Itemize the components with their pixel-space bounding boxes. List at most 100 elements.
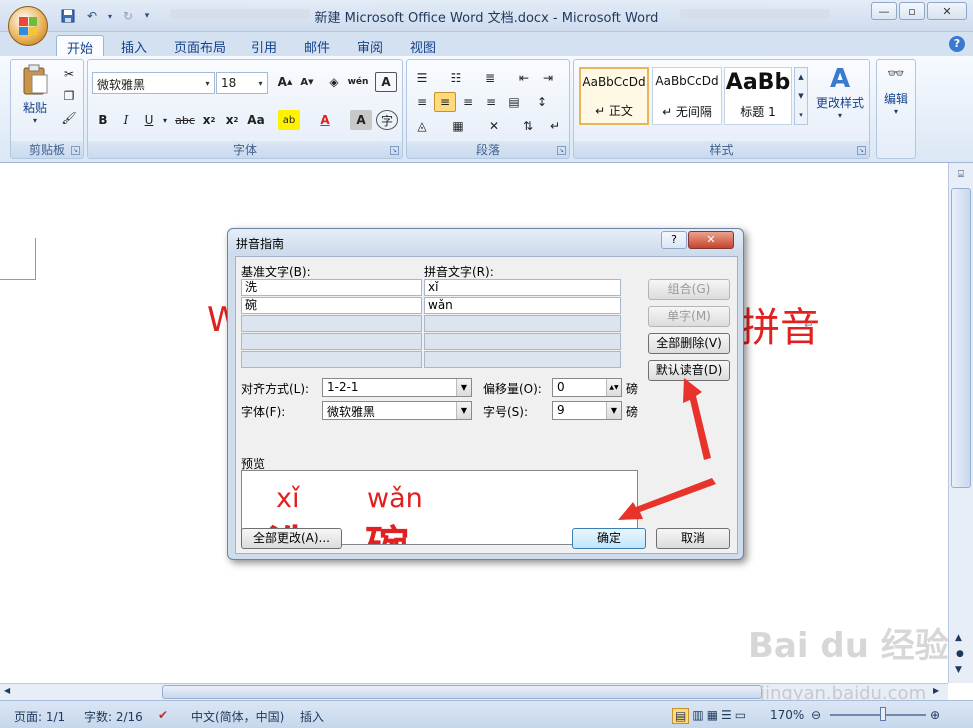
default-reading-button[interactable]: 默认读音(D) [648, 360, 730, 381]
reading-layout-icon[interactable]: ▥ [692, 708, 703, 724]
base-text-cell[interactable] [241, 315, 422, 332]
browse-object-icon[interactable]: ● [956, 649, 964, 659]
status-mode[interactable]: 插入 [300, 708, 324, 725]
chevron-down-icon[interactable]: ▼ [456, 402, 471, 419]
align-right-icon[interactable]: ≡ [457, 92, 479, 112]
font-color-icon[interactable]: A [314, 110, 336, 130]
help-icon[interactable]: ? [949, 36, 965, 52]
line-spacing-icon[interactable]: ↕ [531, 92, 553, 112]
chevron-down-icon[interactable]: ▼ [456, 379, 471, 396]
cut-icon[interactable]: ✂ [58, 64, 80, 84]
dialog-help-button[interactable]: ? [661, 231, 687, 249]
size-combo[interactable]: 9 ▼ [552, 401, 622, 420]
office-button[interactable] [8, 6, 48, 46]
scroll-prev-icon[interactable]: ▲ [955, 633, 962, 643]
proofing-icon[interactable]: ✔ [158, 708, 168, 722]
change-case-icon[interactable]: Aa [245, 110, 267, 130]
clear-all-button[interactable]: 全部删除(V) [648, 333, 730, 354]
tab-references[interactable]: 引用 [251, 35, 277, 56]
tab-home[interactable]: 开始 [56, 35, 105, 57]
outline-icon[interactable]: ☰ [721, 708, 732, 724]
chevron-down-icon[interactable]: ▼ [606, 402, 621, 419]
base-text-cell[interactable] [241, 333, 422, 350]
copy-icon[interactable]: ❐ [58, 86, 80, 106]
zoom-slider-thumb[interactable] [880, 707, 886, 721]
print-layout-icon[interactable]: ▤ [672, 708, 690, 724]
spinner-arrows-icon[interactable]: ▲▼ [606, 379, 621, 396]
ruby-text-cell[interactable] [424, 333, 621, 350]
dialog-launcher-icon[interactable]: ↘ [857, 146, 866, 155]
dialog-close-button[interactable]: ✕ [688, 231, 734, 249]
offset-spinner[interactable]: 0 ▲▼ [552, 378, 622, 397]
editing-button[interactable]: 👓 编辑 ▾ [879, 66, 913, 116]
char-border-icon[interactable]: A [375, 72, 397, 92]
vertical-scrollbar[interactable]: ⌸ ▲ ● ▼ [948, 163, 973, 683]
chevron-down-icon[interactable]: ▾ [201, 73, 214, 93]
zoom-in-icon[interactable]: ⊕ [930, 708, 940, 722]
ruler-toggle-icon[interactable]: ⌸ [953, 169, 969, 183]
change-styles-button[interactable]: A 更改样式 ▾ [812, 64, 868, 136]
tab-insert[interactable]: 插入 [121, 35, 147, 56]
chevron-down-icon[interactable]: ▾ [254, 73, 267, 93]
font-size-combo[interactable]: 18 ▾ [216, 72, 268, 94]
base-text-cell[interactable] [241, 351, 422, 368]
tab-page-layout[interactable]: 页面布局 [174, 35, 226, 56]
status-language[interactable]: 中文(简体，中国) [191, 708, 284, 725]
font-combo[interactable]: 微软雅黑 ▼ [322, 401, 472, 420]
shading-icon[interactable]: ◬ [411, 116, 433, 136]
style-heading-1[interactable]: AaBb 标题 1 [724, 67, 792, 125]
chinese-layout-icon[interactable]: ✕ [483, 116, 505, 136]
paste-button[interactable]: 粘贴 ▾ [17, 64, 53, 134]
phonetic-guide-icon[interactable]: wén [347, 72, 369, 92]
base-text-cell[interactable]: 洗 [241, 279, 422, 296]
status-words[interactable]: 字数: 2/16 [84, 708, 143, 725]
web-layout-icon[interactable]: ▦ [707, 708, 718, 724]
maximize-button[interactable]: ▫ [899, 2, 925, 20]
multilevel-list-icon[interactable]: ≣ [479, 68, 501, 88]
scroll-right-icon[interactable]: ▶ [933, 686, 939, 695]
font-name-combo[interactable]: 微软雅黑 ▾ [92, 72, 215, 94]
styles-scroll[interactable]: ▲ ▼ ▾ [794, 67, 808, 125]
alignment-combo[interactable]: 1-2-1 ▼ [322, 378, 472, 397]
align-center-icon[interactable]: ≡ [434, 92, 456, 112]
cancel-button[interactable]: 取消 [656, 528, 730, 549]
group-button[interactable]: 组合(G) [648, 279, 730, 300]
ruby-text-cell[interactable] [424, 315, 621, 332]
underline-icon[interactable]: U [138, 110, 160, 130]
style-no-spacing[interactable]: AaBbCcDd ↵ 无间隔 [652, 67, 722, 125]
vertical-scroll-thumb[interactable] [951, 188, 971, 488]
tab-review[interactable]: 审阅 [357, 35, 383, 56]
format-painter-icon[interactable]: 🖌 [58, 108, 80, 128]
show-marks-icon[interactable]: ↵ [544, 116, 566, 136]
strikethrough-icon[interactable]: abc [174, 110, 196, 130]
base-text-cell[interactable]: 碗 [241, 297, 422, 314]
justify-icon[interactable]: ≡ [480, 92, 502, 112]
scroll-left-icon[interactable]: ◀ [4, 686, 10, 695]
scroll-next-icon[interactable]: ▼ [955, 665, 962, 675]
superscript-icon[interactable]: x2 [221, 110, 243, 130]
zoom-slider[interactable] [830, 714, 926, 716]
sort-icon[interactable]: ⇅ [517, 116, 539, 136]
char-shading-icon[interactable]: A [350, 110, 372, 130]
highlight-icon[interactable]: ab [278, 110, 300, 130]
bullets-icon[interactable]: ☰ [411, 68, 433, 88]
minimize-button[interactable]: — [871, 2, 897, 20]
enclose-char-icon[interactable]: 字 [376, 110, 398, 130]
draft-icon[interactable]: ▭ [735, 708, 746, 724]
grow-font-icon[interactable]: A ▲ [274, 72, 296, 92]
tab-view[interactable]: 视图 [410, 35, 436, 56]
mono-button[interactable]: 单字(M) [648, 306, 730, 327]
italic-icon[interactable]: I [115, 110, 137, 130]
dialog-launcher-icon[interactable]: ↘ [557, 146, 566, 155]
numbering-icon[interactable]: ☷ [445, 68, 467, 88]
zoom-level[interactable]: 170% [770, 708, 804, 722]
tab-mailings[interactable]: 邮件 [304, 35, 330, 56]
clear-format-icon[interactable]: ◈ [323, 72, 345, 92]
ok-button[interactable]: 确定 [572, 528, 646, 549]
ruby-text-cell[interactable] [424, 351, 621, 368]
borders-icon[interactable]: ▦ [447, 116, 469, 136]
dialog-launcher-icon[interactable]: ↘ [71, 146, 80, 155]
chevron-down-icon[interactable]: ▾ [160, 110, 170, 130]
style-normal[interactable]: AaBbCcDd ↵ 正文 [579, 67, 649, 125]
shrink-font-icon[interactable]: A ▼ [296, 72, 318, 92]
